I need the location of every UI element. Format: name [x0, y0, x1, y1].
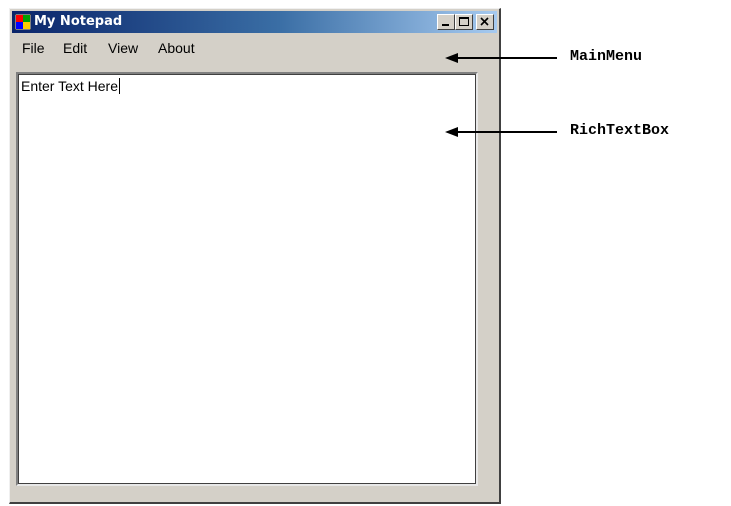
- rich-text-box-pointer-arrow: [445, 127, 557, 137]
- menu-item-edit[interactable]: Edit: [63, 40, 87, 56]
- text-caret: [119, 78, 121, 94]
- menu-item-view[interactable]: View: [108, 40, 138, 56]
- close-icon: [480, 17, 489, 26]
- rich-text-box[interactable]: Enter Text Here: [16, 72, 478, 486]
- main-menu-pointer-arrow: [445, 53, 557, 63]
- menu-item-about[interactable]: About: [158, 40, 195, 56]
- editor-text: Enter Text Here: [21, 78, 121, 94]
- maximize-button[interactable]: [455, 14, 473, 30]
- maximize-icon: [459, 17, 469, 26]
- close-button[interactable]: [476, 14, 494, 30]
- minimize-icon: [442, 24, 449, 26]
- window-title: My Notepad: [34, 14, 123, 29]
- menu-item-file[interactable]: File: [22, 40, 45, 56]
- minimize-button[interactable]: [437, 14, 455, 30]
- title-bar[interactable]: My Notepad: [12, 11, 497, 33]
- editor-content: Enter Text Here: [21, 78, 119, 94]
- main-menu-annotation: MainMenu: [570, 48, 643, 65]
- rich-text-box-annotation: RichTextBox: [570, 122, 670, 139]
- app-icon: [15, 14, 31, 30]
- main-menu: File Edit View About: [12, 35, 497, 59]
